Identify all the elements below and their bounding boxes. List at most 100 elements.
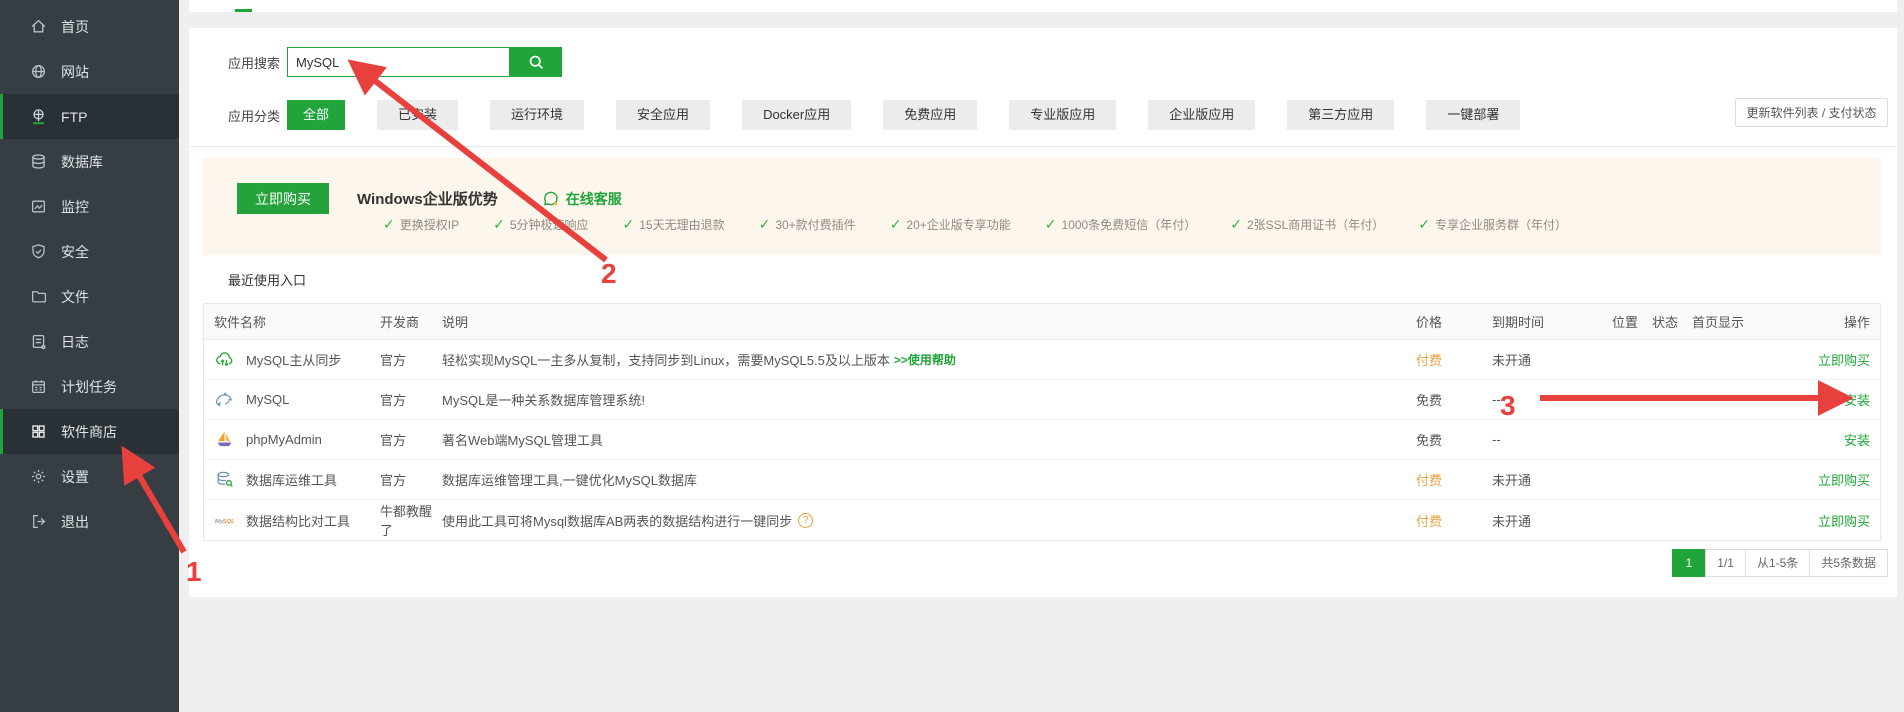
sidebar-item-label: 数据库 (61, 152, 103, 172)
home-icon (30, 18, 47, 35)
category-free-apps[interactable]: 免费应用 (883, 100, 977, 130)
sidebar-item-label: 安全 (61, 242, 89, 262)
sidebar-item-files[interactable]: 文件 (0, 274, 179, 319)
page-indicator: 1/1 (1705, 549, 1746, 577)
feature-item: 5分钟极速响应 (510, 216, 589, 233)
category-one-click-deploy[interactable]: 一键部署 (1426, 100, 1520, 130)
check-icon: ✓ (493, 216, 505, 233)
col-header-price: 价格 (1416, 312, 1492, 331)
sidebar-item-label: FTP (61, 109, 87, 125)
category-docker-apps[interactable]: Docker应用 (742, 100, 851, 130)
price-badge: 付费 (1416, 470, 1492, 489)
logs-icon (30, 333, 47, 350)
help-question-icon[interactable]: ? (798, 513, 813, 528)
help-link[interactable]: >>使用帮助 (894, 351, 956, 368)
sidebar-item-app-store[interactable]: 软件商店 (0, 409, 179, 454)
sidebar-item-label: 网站 (61, 62, 89, 82)
sidebar-item-security[interactable]: 安全 (0, 229, 179, 274)
price-badge: 免费 (1416, 390, 1492, 409)
db-ops-icon (214, 470, 234, 490)
category-enterprise-apps[interactable]: 企业版应用 (1148, 100, 1255, 130)
software-name[interactable]: MySQL (246, 392, 289, 407)
sidebar-item-logs[interactable]: 日志 (0, 319, 179, 364)
software-desc: 数据库运维管理工具,一键优化MySQL数据库 (442, 470, 697, 489)
check-icon: ✓ (1045, 216, 1057, 233)
category-row: 应用分类 全部 已安装 运行环境 安全应用 Docker应用 免费应用 专业版应… (228, 100, 1552, 130)
svg-text:SQL: SQL (223, 519, 234, 525)
category-thirdparty-apps[interactable]: 第三方应用 (1287, 100, 1394, 130)
sidebar-item-website[interactable]: 网站 (0, 49, 179, 94)
category-label: 应用分类 (228, 106, 287, 125)
database-icon (30, 153, 47, 170)
app-store-icon (30, 423, 47, 440)
chat-icon (542, 190, 560, 208)
price-badge: 付费 (1416, 511, 1492, 530)
software-dev: 牛都教醒了 (380, 501, 442, 539)
software-name[interactable]: phpMyAdmin (246, 432, 322, 447)
feature-item: 30+款付费插件 (775, 216, 855, 233)
sidebar: 首页 网站 FTP 数据库 (0, 0, 179, 712)
category-runtime[interactable]: 运行环境 (490, 100, 584, 130)
software-dev: 官方 (380, 390, 442, 409)
software-desc: MySQL是一种关系数据库管理系统! (442, 390, 645, 409)
sidebar-item-database[interactable]: 数据库 (0, 139, 179, 184)
section-divider (189, 146, 1897, 147)
mysql-dolphin-icon (214, 390, 234, 410)
buy-link[interactable]: 立即购买 (1818, 473, 1870, 488)
feature-item: 更换授权IP (400, 216, 459, 233)
search-input[interactable] (287, 47, 510, 77)
logout-icon (30, 513, 47, 530)
price-badge: 付费 (1416, 350, 1492, 369)
banner-title: Windows企业版优势 (357, 188, 498, 209)
table-row: MySQL 数据结构比对工具 牛都教醒了 使用此工具可将Mysql数据库AB两表… (204, 500, 1880, 540)
enterprise-promo-banner: 立即购买 Windows企业版优势 在线客服 ✓更换授权IP ✓5分钟极速响应 … (203, 158, 1881, 255)
expiry-value: 未开通 (1492, 511, 1612, 530)
mysql-sync-icon (214, 350, 234, 370)
col-header-homepage: 首页显示 (1692, 312, 1812, 331)
sidebar-item-cron[interactable]: 计划任务 (0, 364, 179, 409)
col-header-location: 位置 (1612, 312, 1652, 331)
install-link[interactable]: 安装 (1844, 393, 1870, 408)
sidebar-item-settings[interactable]: 设置 (0, 454, 179, 499)
check-icon: ✓ (1230, 216, 1242, 233)
buy-now-button[interactable]: 立即购买 (237, 183, 329, 214)
col-header-dev: 开发商 (380, 312, 442, 331)
software-name[interactable]: 数据库运维工具 (246, 470, 337, 489)
col-header-desc: 说明 (442, 312, 1416, 331)
price-badge: 免费 (1416, 430, 1492, 449)
search-row: 应用搜索 (228, 47, 562, 77)
page-number-current[interactable]: 1 (1672, 549, 1707, 577)
sidebar-item-logout[interactable]: 退出 (0, 499, 179, 544)
check-icon: ✓ (623, 216, 635, 233)
check-icon: ✓ (383, 216, 395, 233)
sidebar-item-ftp[interactable]: FTP (0, 94, 179, 139)
col-header-expiry: 到期时间 (1492, 312, 1612, 331)
search-icon (528, 54, 545, 71)
sidebar-item-home[interactable]: 首页 (0, 4, 179, 49)
sidebar-item-label: 退出 (61, 512, 89, 532)
check-icon: ✓ (759, 216, 771, 233)
category-all[interactable]: 全部 (287, 100, 345, 130)
search-label: 应用搜索 (228, 53, 287, 72)
sidebar-item-monitor[interactable]: 监控 (0, 184, 179, 229)
online-support-link[interactable]: 在线客服 (542, 189, 622, 209)
category-pro-apps[interactable]: 专业版应用 (1009, 100, 1116, 130)
software-dev: 官方 (380, 350, 442, 369)
table-row: 数据库运维工具 官方 数据库运维管理工具,一键优化MySQL数据库 付费 未开通… (204, 460, 1880, 500)
col-header-name: 软件名称 (204, 312, 380, 331)
install-link[interactable]: 安装 (1844, 433, 1870, 448)
category-security-apps[interactable]: 安全应用 (616, 100, 710, 130)
online-support-label: 在线客服 (566, 189, 622, 209)
buy-link[interactable]: 立即购买 (1818, 514, 1870, 529)
search-button[interactable] (510, 47, 562, 77)
settings-icon (30, 468, 47, 485)
software-name[interactable]: MySQL主从同步 (246, 350, 341, 369)
software-name[interactable]: 数据结构比对工具 (246, 511, 350, 530)
update-software-list-button[interactable]: 更新软件列表 / 支付状态 (1735, 98, 1888, 127)
ftp-icon (30, 108, 47, 125)
page-range: 从1-5条 (1745, 549, 1810, 577)
mysql-mini-logo-icon: MySQL (214, 510, 234, 530)
software-desc: 轻松实现MySQL一主多从复制，支持同步到Linux，需要MySQL5.5及以上… (442, 350, 890, 369)
category-installed[interactable]: 已安装 (377, 100, 458, 130)
buy-link[interactable]: 立即购买 (1818, 353, 1870, 368)
